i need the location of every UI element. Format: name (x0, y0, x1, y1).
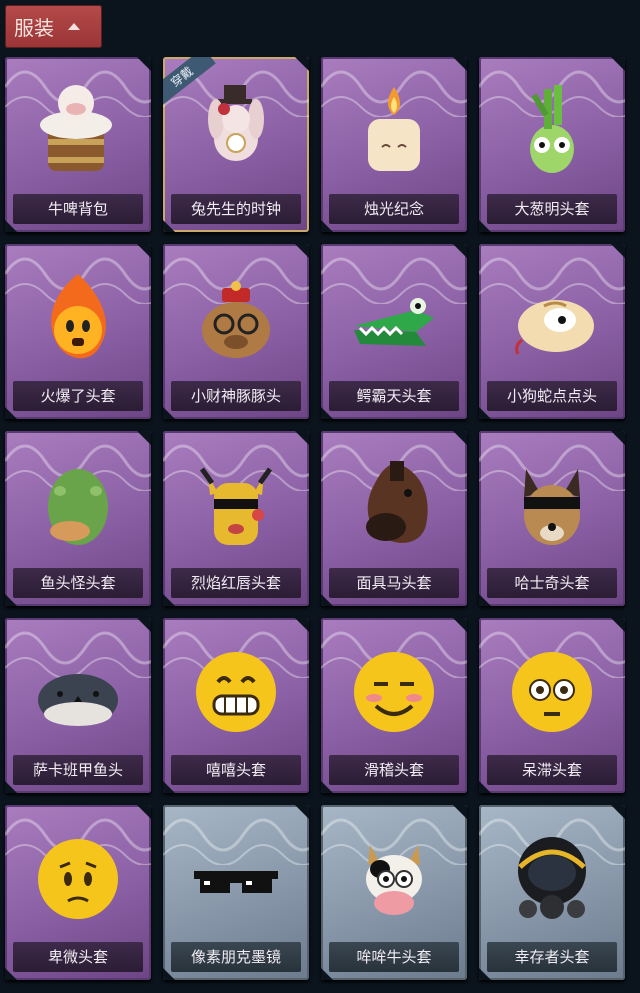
costume-label: 烛光纪念 (329, 194, 459, 224)
costume-label: 像素朋克墨镜 (171, 942, 301, 972)
card-corner (295, 431, 309, 445)
costume-card[interactable]: 牛啤背包 (5, 57, 151, 232)
costume-card[interactable]: 小狗蛇点点头 (479, 244, 625, 419)
costume-label: 火爆了头套 (13, 381, 143, 411)
chevron-up-icon[interactable] (68, 23, 80, 30)
costume-section-header[interactable]: 服装 (5, 5, 102, 48)
smirk-emoji-icon (346, 640, 442, 744)
card-corner (453, 805, 467, 819)
costume-card[interactable]: 像素朋克墨镜 (163, 805, 309, 980)
costume-label: 鳄霸天头套 (329, 381, 459, 411)
costume-label: 萨卡班甲鱼头 (13, 755, 143, 785)
card-corner (611, 618, 625, 632)
grin-emoji-icon (188, 640, 284, 744)
card-corner (611, 805, 625, 819)
fish-hat-icon (30, 640, 126, 744)
costume-label: 哈士奇头套 (487, 568, 617, 598)
costume-label: 面具马头套 (329, 568, 459, 598)
costume-label: 小财神豚豚头 (171, 381, 301, 411)
rabbit-clock-icon (188, 79, 284, 183)
costume-label: 兔先生的时钟 (171, 194, 301, 224)
costume-card[interactable]: 鳄霸天头套 (321, 244, 467, 419)
costume-label: 小狗蛇点点头 (487, 381, 617, 411)
fish-head-icon (30, 453, 126, 557)
section-title: 服装 (14, 16, 54, 40)
capybara-head-icon (188, 266, 284, 370)
costume-label: 鱼头怪头套 (13, 568, 143, 598)
costume-label: 牛啤背包 (13, 194, 143, 224)
costume-card[interactable]: 烛光纪念 (321, 57, 467, 232)
card-corner (453, 57, 467, 71)
cow-head-icon (346, 827, 442, 931)
husky-head-icon (504, 453, 600, 557)
crocodile-head-icon (346, 266, 442, 370)
costume-card[interactable]: 大葱明头套 (479, 57, 625, 232)
card-corner (295, 57, 309, 71)
costume-card[interactable]: 鱼头怪头套 (5, 431, 151, 606)
gas-mask-helmet-icon (504, 827, 600, 931)
costume-card[interactable]: 火爆了头套 (5, 244, 151, 419)
snake-head-icon (504, 266, 600, 370)
pixel-sunglasses-icon (188, 827, 284, 931)
beer-barrel-backpack-icon (30, 79, 126, 183)
costume-card[interactable]: 卑微头套 (5, 805, 151, 980)
card-corner (295, 805, 309, 819)
costume-label: 大葱明头套 (487, 194, 617, 224)
card-corner (611, 244, 625, 258)
costume-card[interactable]: 嘻嘻头套 (163, 618, 309, 793)
card-corner (137, 244, 151, 258)
card-corner (453, 244, 467, 258)
fire-head-icon (30, 266, 126, 370)
costume-card[interactable]: 面具马头套 (321, 431, 467, 606)
costume-card[interactable]: 哞哞牛头套 (321, 805, 467, 980)
costume-label: 嘻嘻头套 (171, 755, 301, 785)
candle-icon (346, 79, 442, 183)
scallion-head-icon (504, 79, 600, 183)
card-corner (137, 805, 151, 819)
card-corner (295, 244, 309, 258)
dazed-emoji-icon (504, 640, 600, 744)
costume-label: 滑稽头套 (329, 755, 459, 785)
costume-card[interactable]: 滑稽头套 (321, 618, 467, 793)
card-corner (611, 431, 625, 445)
costume-card[interactable]: 幸存者头套 (479, 805, 625, 980)
card-corner (137, 618, 151, 632)
costume-card[interactable]: 烈焰红唇头套 (163, 431, 309, 606)
costume-label: 哞哞牛头套 (329, 942, 459, 972)
humble-emoji-icon (30, 827, 126, 931)
costume-card[interactable]: 呆滞头套 (479, 618, 625, 793)
costume-label: 幸存者头套 (487, 942, 617, 972)
card-corner (137, 431, 151, 445)
card-corner (453, 431, 467, 445)
card-corner (295, 618, 309, 632)
costume-label: 呆滞头套 (487, 755, 617, 785)
costume-grid: 牛啤背包 穿戴 兔先生的时钟 烛光纪念 大葱明头套火爆了头套 小财神豚豚头 鳄霸天头套 小狗蛇… (5, 57, 637, 980)
costume-label: 烈焰红唇头套 (171, 568, 301, 598)
costume-label: 卑微头套 (13, 942, 143, 972)
costume-card[interactable]: 穿戴 兔先生的时钟 (163, 57, 309, 232)
card-corner (611, 57, 625, 71)
card-corner (453, 618, 467, 632)
costume-card[interactable]: 小财神豚豚头 (163, 244, 309, 419)
yellow-mask-icon (188, 453, 284, 557)
costume-card[interactable]: 萨卡班甲鱼头 (5, 618, 151, 793)
costume-card[interactable]: 哈士奇头套 (479, 431, 625, 606)
horse-head-icon (346, 453, 442, 557)
card-corner (137, 57, 151, 71)
